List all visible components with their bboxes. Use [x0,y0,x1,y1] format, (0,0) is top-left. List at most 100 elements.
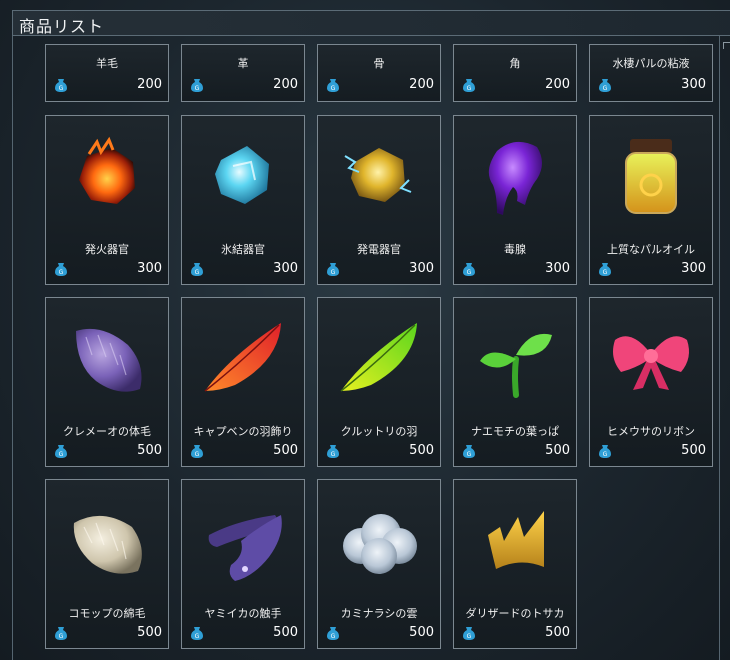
price-row: G 300 [52,261,162,279]
item-price: 500 [409,625,434,640]
item-card[interactable]: 革 G 200 [181,44,305,102]
svg-text:G: G [331,633,336,640]
gold-coin-bag-icon: G [191,79,203,92]
item-price: 200 [137,77,162,92]
item-name: 骨 [373,57,385,70]
item-card[interactable]: 上質なパルオイル G 300 [589,115,713,285]
item-price: 500 [273,625,298,640]
item-price: 500 [137,443,162,458]
item-image [318,120,440,232]
item-card[interactable]: 氷結器官 G 300 [181,115,305,285]
svg-text:G: G [331,269,336,276]
svg-text:G: G [603,269,608,276]
item-card[interactable]: ヤミイカの触手 G 500 [181,479,305,649]
item-name: 発火器官 [85,243,129,256]
item-card[interactable]: キャプベンの羽飾り G 500 [181,297,305,467]
item-image [318,302,440,414]
svg-text:G: G [467,451,472,458]
item-card[interactable]: クルットリの羽 G 500 [317,297,441,467]
svg-text:G: G [59,269,64,276]
item-image [454,302,576,414]
item-name: クレメーオの体毛 [63,425,151,438]
scroll-corner-mark [723,42,730,49]
svg-text:G: G [195,85,200,92]
gold-coin-bag-icon: G [55,627,67,640]
gold-coin-bag-icon: G [599,79,611,92]
item-name: キャプベンの羽飾り [193,425,293,438]
item-image [182,302,304,414]
item-image [46,302,168,414]
svg-text:G: G [603,451,608,458]
item-price: 500 [545,625,570,640]
gold-coin-bag-icon: G [599,445,611,458]
gold-coin-bag-icon: G [191,445,203,458]
item-card[interactable]: カミナラシの雲 G 500 [317,479,441,649]
item-name: コモップの綿毛 [68,607,146,620]
item-card[interactable]: ナエモチの葉っぱ G 500 [453,297,577,467]
svg-text:G: G [331,451,336,458]
green-feather-icon [340,323,417,392]
item-price: 300 [681,261,706,276]
gold-coin-bag-icon: G [463,627,475,640]
item-price: 300 [273,261,298,276]
golden-crest-icon [488,511,544,569]
item-name: 革 [237,57,249,70]
gold-coin-bag-icon: G [463,79,475,92]
gold-coin-bag-icon: G [55,263,67,276]
item-name: 発電器官 [357,243,401,256]
frame-border-left [12,36,13,660]
item-name: ダリザードのトサカ [465,607,565,620]
gold-coin-bag-icon: G [55,79,67,92]
scrollbar[interactable] [719,36,730,660]
item-price: 300 [545,261,570,276]
item-image [182,484,304,596]
item-card[interactable]: 発電器官 G 300 [317,115,441,285]
svg-text:G: G [467,633,472,640]
item-name: 角 [509,57,521,70]
item-name: ナエモチの葉っぱ [471,425,559,438]
item-name: 毒腺 [504,243,526,256]
svg-text:G: G [195,269,200,276]
item-price: 300 [409,261,434,276]
price-row: G 500 [188,443,298,461]
red-feather-icon [204,323,281,392]
item-name: 氷結器官 [221,243,265,256]
price-row: G 500 [52,625,162,643]
price-row: G 200 [460,77,570,95]
item-card[interactable]: コモップの綿毛 G 500 [45,479,169,649]
item-image [318,484,440,596]
price-row: G 300 [596,77,706,95]
price-row: G 200 [188,77,298,95]
price-row: G 300 [460,261,570,279]
gold-coin-bag-icon: G [327,79,339,92]
item-card[interactable]: ダリザードのトサカ G 500 [453,479,577,649]
svg-text:G: G [603,85,608,92]
gold-coin-bag-icon: G [599,263,611,276]
item-card[interactable]: 発火器官 G 300 [45,115,169,285]
item-price: 300 [681,77,706,92]
item-price: 500 [273,443,298,458]
item-card[interactable]: クレメーオの体毛 G 500 [45,297,169,467]
item-image [46,120,168,232]
item-name: クルットリの羽 [340,425,418,438]
electric-organ-icon [344,148,412,202]
item-price: 500 [137,625,162,640]
item-name: 水棲パルの粘液 [612,57,690,70]
cloud-icon [343,514,417,574]
item-price: 300 [137,261,162,276]
item-card[interactable]: 毒腺 G 300 [453,115,577,285]
item-card[interactable]: 骨 G 200 [317,44,441,102]
item-card[interactable]: 羊毛 G 200 [45,44,169,102]
item-price: 500 [545,443,570,458]
price-row: G 500 [324,625,434,643]
price-row: G 300 [596,261,706,279]
item-price: 500 [409,443,434,458]
price-row: G 500 [188,625,298,643]
item-card[interactable]: ヒメウサのリボン G 500 [589,297,713,467]
price-row: G 200 [324,77,434,95]
item-name: 羊毛 [96,57,118,70]
item-image [454,484,576,596]
gold-coin-bag-icon: G [327,627,339,640]
item-card[interactable]: 角 G 200 [453,44,577,102]
item-card[interactable]: 水棲パルの粘液 G 300 [589,44,713,102]
